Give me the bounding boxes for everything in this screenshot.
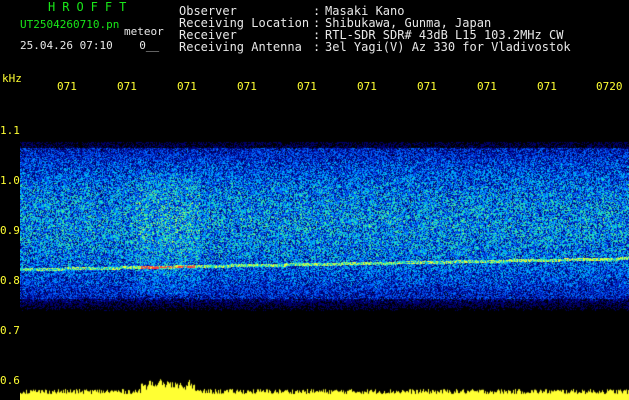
app-brand: HROFFT — [48, 0, 134, 14]
time-tick-label: 071 — [237, 80, 257, 93]
time-tick-label: 071 — [537, 80, 557, 93]
meta-row-antenna: Receiving Antenna:3el Yagi(V) Az 330 for… — [179, 41, 571, 53]
time-tick-label: 071 — [477, 80, 497, 93]
frequency-tick-label: 0.8 — [0, 274, 20, 287]
frequency-tick-label: 1.1 — [0, 124, 20, 137]
station-metadata: Observer: Masaki Kano Receiving Location:… — [179, 5, 571, 53]
date-time: 25.04.26 07:10 0__ — [20, 39, 160, 52]
time-tick-label: 071 — [297, 80, 317, 93]
frequency-tick-label: 1.0 — [0, 174, 20, 187]
frequency-tick-label: 0.6 — [0, 374, 20, 387]
file-name: UT2504260710.pn — [20, 18, 120, 31]
time-tick-label: 0720 — [596, 80, 623, 93]
time-tick-label: 071 — [177, 80, 197, 93]
frequency-unit-label: kHz — [2, 72, 22, 85]
frequency-tick-label: 0.9 — [0, 224, 20, 237]
meta-value: 3el Yagi(V) Az 330 for Vladivostok — [325, 40, 571, 54]
detection-tag: meteor — [124, 25, 164, 38]
time-tick-label: 071 — [57, 80, 77, 93]
time-tick-label: 071 — [417, 80, 437, 93]
meta-label: Receiving Antenna — [179, 40, 302, 54]
time-tick-label: 071 — [117, 80, 137, 93]
spectrogram-plot — [20, 95, 629, 400]
frequency-tick-label: 0.7 — [0, 324, 20, 337]
meta-separator: : — [313, 40, 321, 54]
time-tick-label: 071 — [357, 80, 377, 93]
